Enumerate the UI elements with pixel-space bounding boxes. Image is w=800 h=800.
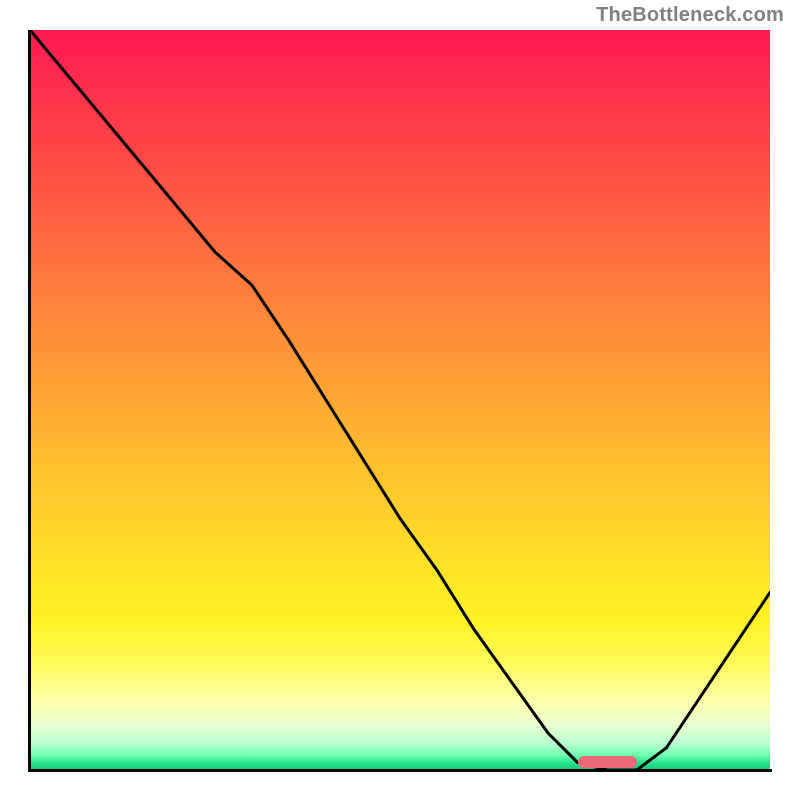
bottleneck-curve (30, 30, 770, 770)
chart-container: TheBottleneck.com (0, 0, 800, 800)
optimal-marker (578, 756, 637, 768)
curve-svg (30, 30, 770, 770)
watermark-text: TheBottleneck.com (596, 4, 784, 27)
plot-area (30, 30, 770, 770)
